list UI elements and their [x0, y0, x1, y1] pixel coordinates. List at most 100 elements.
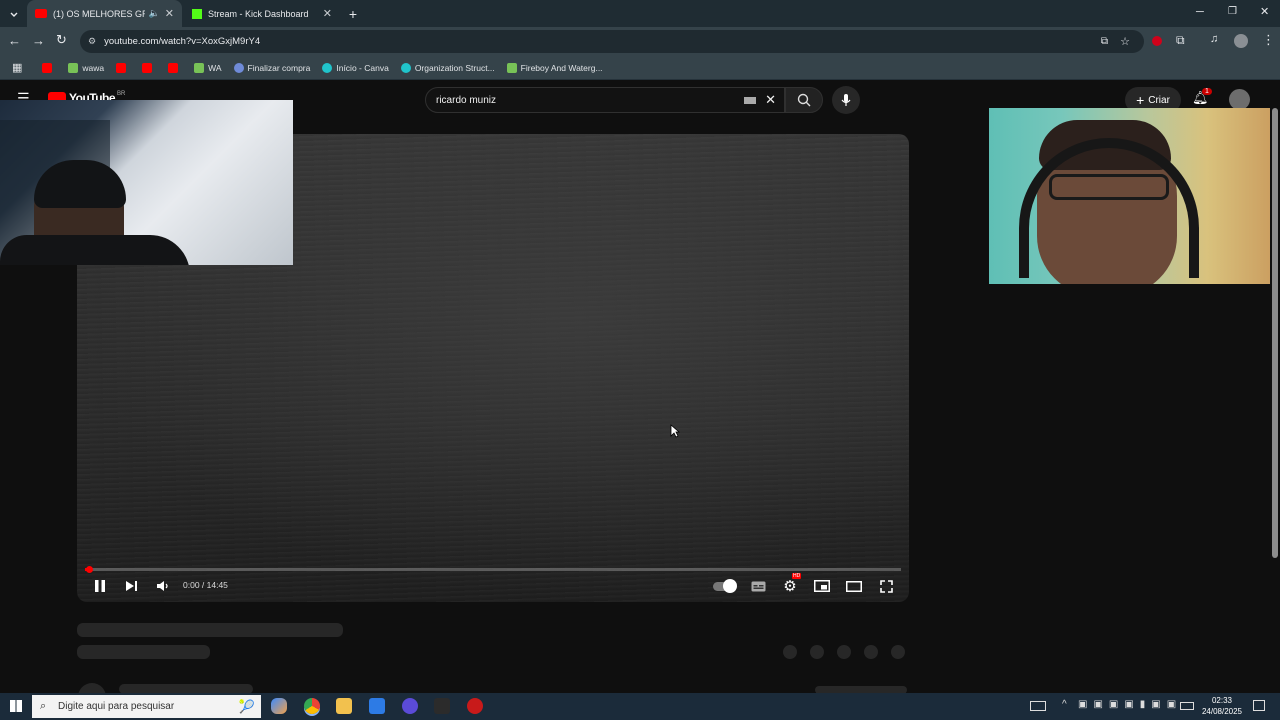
webcam-overlay-left [0, 100, 293, 265]
account-avatar[interactable] [1229, 89, 1250, 110]
fullscreen-button[interactable] [877, 577, 895, 595]
chevron-down-icon [10, 12, 18, 17]
file-explorer-icon[interactable] [336, 698, 352, 714]
clear-search-icon[interactable]: ✕ [765, 92, 776, 108]
extensions-icon[interactable]: ⧉ [1176, 33, 1185, 48]
volume-icon [156, 581, 168, 591]
shoulders [0, 235, 190, 265]
autoplay-toggle[interactable] [711, 577, 737, 595]
subtitle-skeleton [77, 645, 210, 659]
system-clock[interactable]: 02:33 24/08/2025 [1198, 695, 1246, 717]
record-icon[interactable] [1152, 36, 1162, 46]
browser-tab-strip: (1) OS MELHORES GRAU DE 🔈 ✕ Stream - Kic… [0, 0, 1280, 27]
android-icon [506, 62, 517, 73]
close-icon[interactable]: ✕ [323, 7, 332, 20]
autoplay-toggle-icon [713, 578, 737, 593]
time-display: 0:00 / 14:45 [183, 580, 228, 590]
tab-youtube[interactable]: (1) OS MELHORES GRAU DE 🔈 ✕ [27, 0, 182, 27]
progress-scrubber[interactable] [86, 566, 94, 573]
copilot-icon[interactable] [271, 698, 287, 714]
volume-button[interactable] [153, 577, 171, 595]
windows-start-icon[interactable] [10, 700, 22, 712]
recorder-icon[interactable] [467, 698, 483, 714]
bookmark-finalizar-compra[interactable]: Finalizar compra [233, 62, 310, 73]
search-input[interactable]: ricardo muniz ✕ [425, 87, 785, 113]
media-control-icon[interactable]: ♫ [1210, 33, 1218, 45]
forward-button[interactable]: → [32, 33, 45, 48]
keyboard-layout-icon[interactable] [1030, 701, 1046, 711]
site-info-icon[interactable]: ⚙ [88, 36, 96, 47]
voice-search-button[interactable] [832, 86, 860, 114]
search-button[interactable] [785, 87, 823, 113]
tennis-racket-icon: 🎾 [238, 698, 255, 714]
microphone-icon [841, 94, 851, 106]
subtitles-icon [751, 581, 765, 591]
discord-like-icon[interactable] [402, 698, 418, 714]
bookmark-wawa[interactable]: wawa [68, 62, 104, 73]
notification-badge: 1 [1202, 88, 1212, 95]
bookmark-youtube[interactable] [142, 62, 156, 73]
address-bar[interactable]: ⚙ youtube.com/watch?v=XoxGxjM9rY4 ⧉ ☆ [80, 30, 1144, 53]
pause-button[interactable] [91, 577, 109, 595]
chevron-up-icon[interactable]: ^ [1062, 699, 1067, 710]
url-text: youtube.com/watch?v=XoxGxjM9rY4 [104, 36, 261, 47]
kick-favicon-icon [192, 8, 202, 19]
action-skeleton [864, 645, 878, 659]
theater-mode-button[interactable] [845, 577, 863, 595]
action-skeleton [837, 645, 851, 659]
browser-toolbar: ← → ↻ ⚙ youtube.com/watch?v=XoxGxjM9rY4 … [0, 27, 1280, 56]
subtitles-button[interactable] [749, 577, 767, 595]
miniplayer-button[interactable] [813, 577, 831, 595]
bookmark-organization[interactable]: Organization Struct... [400, 62, 495, 73]
title-skeleton [77, 623, 343, 637]
bookmark-youtube[interactable] [168, 62, 182, 73]
profile-avatar[interactable] [1234, 34, 1248, 48]
tray-icons[interactable]: ▣▣▣▣▮▣▣ [1078, 699, 1182, 710]
bookmark-youtube[interactable] [116, 62, 130, 73]
new-tab-button[interactable]: + [342, 0, 364, 27]
pause-icon [95, 580, 105, 592]
action-skeleton [783, 645, 797, 659]
scrollbar-thumb[interactable] [1272, 108, 1278, 558]
battery-icon[interactable] [1180, 702, 1194, 710]
taskbar-search-input[interactable]: ⌕ Digite aqui para pesquisar 🎾 [32, 695, 261, 718]
speaker-icon[interactable]: 🔈 [149, 8, 160, 19]
close-icon[interactable]: ✕ [165, 7, 174, 20]
notification-center-icon[interactable] [1253, 700, 1265, 711]
gear-icon: ⚙ [783, 578, 797, 595]
theater-icon [846, 580, 862, 592]
bookmark-fireboy[interactable]: Fireboy And Waterg... [506, 62, 603, 73]
hd-badge: HD [792, 573, 802, 579]
settings-button[interactable]: ⚙ HD [781, 573, 802, 595]
windows-taskbar: ⌕ Digite aqui para pesquisar 🎾 ^ ▣▣▣▣▮▣▣… [0, 693, 1280, 720]
bookmarks-bar: ▦ wawa WA Finalizar compra Início - Canv… [0, 56, 1280, 80]
android-icon [194, 62, 205, 73]
tab-kick[interactable]: Stream - Kick Dashboard ✕ [184, 0, 340, 27]
search-icon: ⌕ [40, 700, 47, 712]
tab-title: (1) OS MELHORES GRAU DE [53, 8, 145, 19]
page-scrollbar[interactable] [1270, 80, 1280, 693]
keyboard-icon[interactable] [744, 97, 756, 104]
tab-list-button[interactable] [4, 0, 24, 27]
install-icon[interactable]: ⧉ [1101, 36, 1108, 47]
apps-icon[interactable]: ▦ [12, 61, 22, 74]
back-button[interactable]: ← [8, 33, 21, 48]
bookmark-youtube[interactable] [42, 62, 56, 73]
epic-games-icon[interactable] [434, 698, 450, 714]
star-icon[interactable]: ☆ [1120, 35, 1130, 48]
progress-bar[interactable] [85, 566, 901, 573]
next-button[interactable] [122, 577, 140, 595]
bookmark-canva[interactable]: Início - Canva [322, 62, 389, 73]
action-skeleton [810, 645, 824, 659]
notifications-button[interactable]: 🔔︎ 1 [1192, 88, 1212, 106]
menu-icon[interactable]: ⋮ [1262, 32, 1275, 48]
store-icon[interactable] [369, 698, 385, 714]
restore-button[interactable]: ❐ [1228, 6, 1237, 17]
reload-button[interactable]: ↻ [56, 32, 67, 48]
chrome-icon[interactable] [304, 698, 320, 714]
minimize-button[interactable]: ─ [1196, 6, 1204, 18]
close-window-button[interactable]: ✕ [1260, 5, 1269, 18]
plus-icon: + [1136, 92, 1145, 108]
action-skeleton [891, 645, 905, 659]
bookmark-wa[interactable]: WA [194, 62, 222, 73]
